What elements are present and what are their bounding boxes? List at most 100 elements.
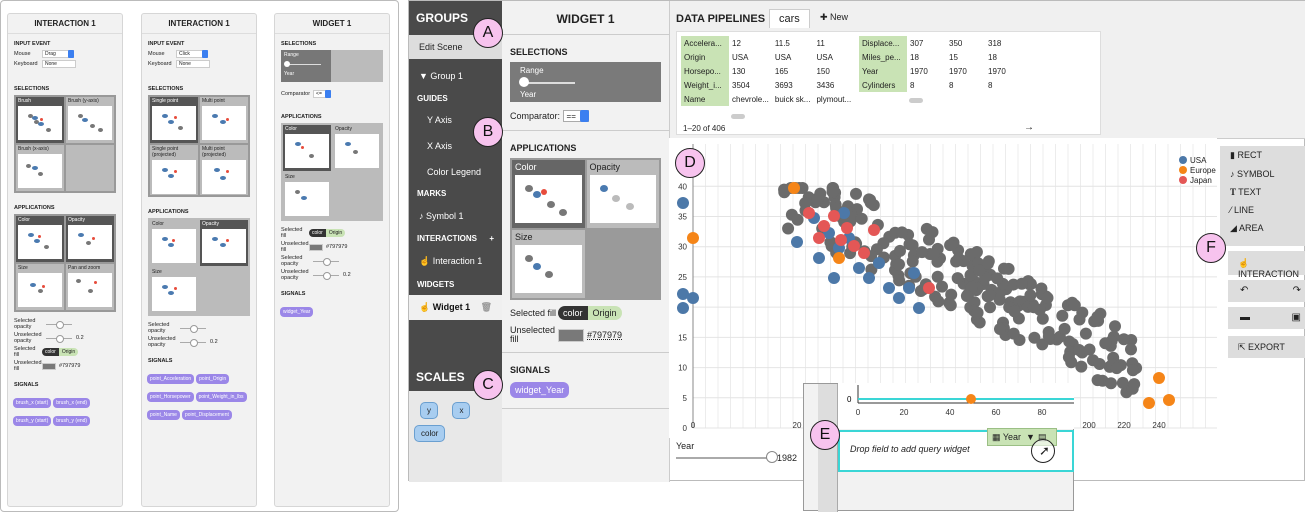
keyboard-input[interactable]: None (176, 60, 210, 68)
selected-opacity-slider[interactable] (313, 257, 339, 266)
add-symbol-button[interactable]: ♪ SYMBOL (1220, 165, 1305, 183)
signal-pill[interactable]: brush_y (end) (53, 416, 91, 426)
selection-brush[interactable]: Brush (16, 97, 64, 143)
group-1-item[interactable]: ▼ Group 1 (409, 59, 502, 88)
inset-x-ticks: 0 20 40 60 80 (856, 408, 1047, 417)
application-opacity[interactable]: Opacity (333, 125, 381, 171)
data-point-usa (853, 262, 865, 274)
scrollbar-table-1[interactable] (731, 114, 745, 119)
unselected-fill-swatch[interactable] (309, 243, 323, 251)
fill-toggle[interactable]: color Origin (42, 348, 79, 356)
legend-swatch (1179, 156, 1187, 164)
data-point (1007, 327, 1020, 340)
signal-pill[interactable]: point_Name (147, 410, 180, 420)
data-point (983, 289, 996, 302)
application-size[interactable]: Size (283, 173, 331, 219)
panel-title: WIDGET 1 (275, 14, 389, 34)
add-interaction-button[interactable]: ☝ INTERACTION (1228, 251, 1305, 279)
scale-chip-y[interactable]: y (420, 402, 438, 419)
redo-icon[interactable]: ↷ (1293, 285, 1301, 297)
application-color[interactable]: Color (283, 125, 331, 171)
unselected-opacity-value: 0.2 (343, 272, 351, 278)
application-opacity[interactable]: Opacity (200, 220, 248, 266)
unselected-opacity-slider[interactable] (46, 334, 72, 343)
year-slider-track[interactable] (676, 457, 772, 459)
range-selection[interactable]: Range Year (510, 62, 661, 102)
data-point (814, 187, 827, 200)
selected-opacity-slider[interactable] (46, 320, 72, 329)
y-tick-label: 10 (678, 364, 687, 373)
x-tick-label: 200 (1082, 421, 1096, 430)
application-pan-zoom[interactable]: Pan and zoom (66, 264, 114, 310)
mouse-select[interactable]: Click (176, 50, 208, 58)
signal-pill[interactable]: brush_x (end) (53, 398, 91, 408)
undo-icon[interactable]: ↶ (1240, 285, 1248, 297)
application-size[interactable]: Size (16, 264, 64, 310)
selection-multi-projected[interactable]: Multi point (projected) (200, 145, 248, 195)
guide-color-legend[interactable]: Color Legend (409, 157, 502, 183)
add-text-button[interactable]: T TEXT (1220, 183, 1305, 201)
filter-icon[interactable]: ▼ (1026, 432, 1035, 442)
selection-multi-point[interactable]: Multi point (200, 97, 248, 143)
scrollbar-table-2[interactable] (909, 98, 923, 103)
data-point-usa (903, 282, 915, 294)
signal-pill[interactable]: point_Origin (196, 374, 230, 384)
data-point (782, 222, 795, 235)
trash-icon[interactable]: 🗑 (481, 302, 492, 313)
widget-1-item[interactable]: ☝ Widget 1 🗑 (409, 295, 502, 320)
application-color[interactable]: Color (16, 216, 64, 262)
selection-single-point[interactable]: Single point (150, 97, 198, 143)
add-line-button[interactable]: ⁄ LINE (1220, 201, 1305, 219)
application-empty (586, 230, 659, 298)
keyboard-input[interactable]: None (42, 60, 76, 68)
add-area-button[interactable]: ◢ AREA (1220, 219, 1305, 238)
application-color[interactable]: Color (150, 220, 198, 266)
signal-pill[interactable]: point_Horsepower (147, 392, 194, 402)
range-knob[interactable] (519, 77, 529, 87)
application-size[interactable]: Size (512, 230, 585, 298)
selected-opacity-slider[interactable] (180, 324, 206, 333)
signal-pill[interactable]: widget_Year (280, 307, 314, 317)
export-button[interactable]: ⇱ EXPORT (1228, 336, 1305, 358)
folder-icon[interactable]: ▬ (1240, 312, 1250, 324)
unselected-opacity-slider[interactable] (313, 271, 339, 280)
add-rect-button[interactable]: ▮ RECT (1220, 146, 1305, 165)
data-point (1117, 333, 1130, 346)
unselected-fill-swatch[interactable] (42, 362, 56, 370)
signal-pill[interactable]: brush_y (start) (13, 416, 52, 426)
signal-pill[interactable]: point_Acceleration (147, 374, 195, 384)
signal-widget-year[interactable]: widget_Year (510, 382, 570, 398)
scale-chip-color[interactable]: color (414, 425, 446, 442)
unselected-opacity-slider[interactable] (180, 338, 206, 347)
application-color[interactable]: Color (512, 160, 585, 228)
data-table-box: Accelera... 12 11.5 11 Origin USA USA USA Hors… (676, 31, 1101, 135)
scale-chip-x[interactable]: x (452, 402, 471, 419)
range-selection[interactable]: Range Year (281, 50, 383, 82)
selection-single-projected[interactable]: Single point (projected) (150, 145, 198, 195)
save-icon[interactable]: ▣ (1292, 312, 1301, 324)
add-interaction-button[interactable]: + (489, 234, 494, 243)
data-point (1109, 320, 1121, 333)
selection-empty (66, 145, 114, 191)
interaction-1-item[interactable]: ☝ Interaction 1 (409, 249, 502, 274)
application-opacity[interactable]: Opacity (66, 216, 114, 262)
unselected-fill-value: #797979 (326, 244, 348, 250)
comparator-select[interactable]: <= (313, 90, 332, 98)
fill-toggle[interactable]: color Origin (558, 306, 622, 320)
new-pipeline-button[interactable]: ✚ New (820, 12, 848, 23)
signal-pill[interactable]: point_Displacement (181, 410, 232, 420)
comparator-select[interactable]: == (562, 110, 590, 122)
selection-brush-x[interactable]: Brush (x-axis) (16, 145, 64, 191)
fill-toggle[interactable]: color Origin (309, 229, 346, 237)
signal-pill[interactable]: point_Weight_in_lbs (195, 392, 247, 402)
next-page-arrow[interactable]: → (1024, 122, 1034, 133)
application-size[interactable]: Size (150, 268, 198, 314)
unselected-fill-swatch[interactable] (558, 328, 584, 342)
unselected-fill-value[interactable]: #797979 (587, 330, 622, 340)
tab-cars[interactable]: cars (769, 9, 810, 28)
signal-pill[interactable]: brush_x (start) (13, 398, 52, 408)
mark-symbol-1[interactable]: ♪ Symbol 1 (409, 204, 502, 228)
mouse-select[interactable]: Drag (42, 50, 74, 58)
selection-brush-y[interactable]: Brush (y-axis) (66, 97, 114, 143)
application-opacity[interactable]: Opacity (586, 160, 659, 228)
